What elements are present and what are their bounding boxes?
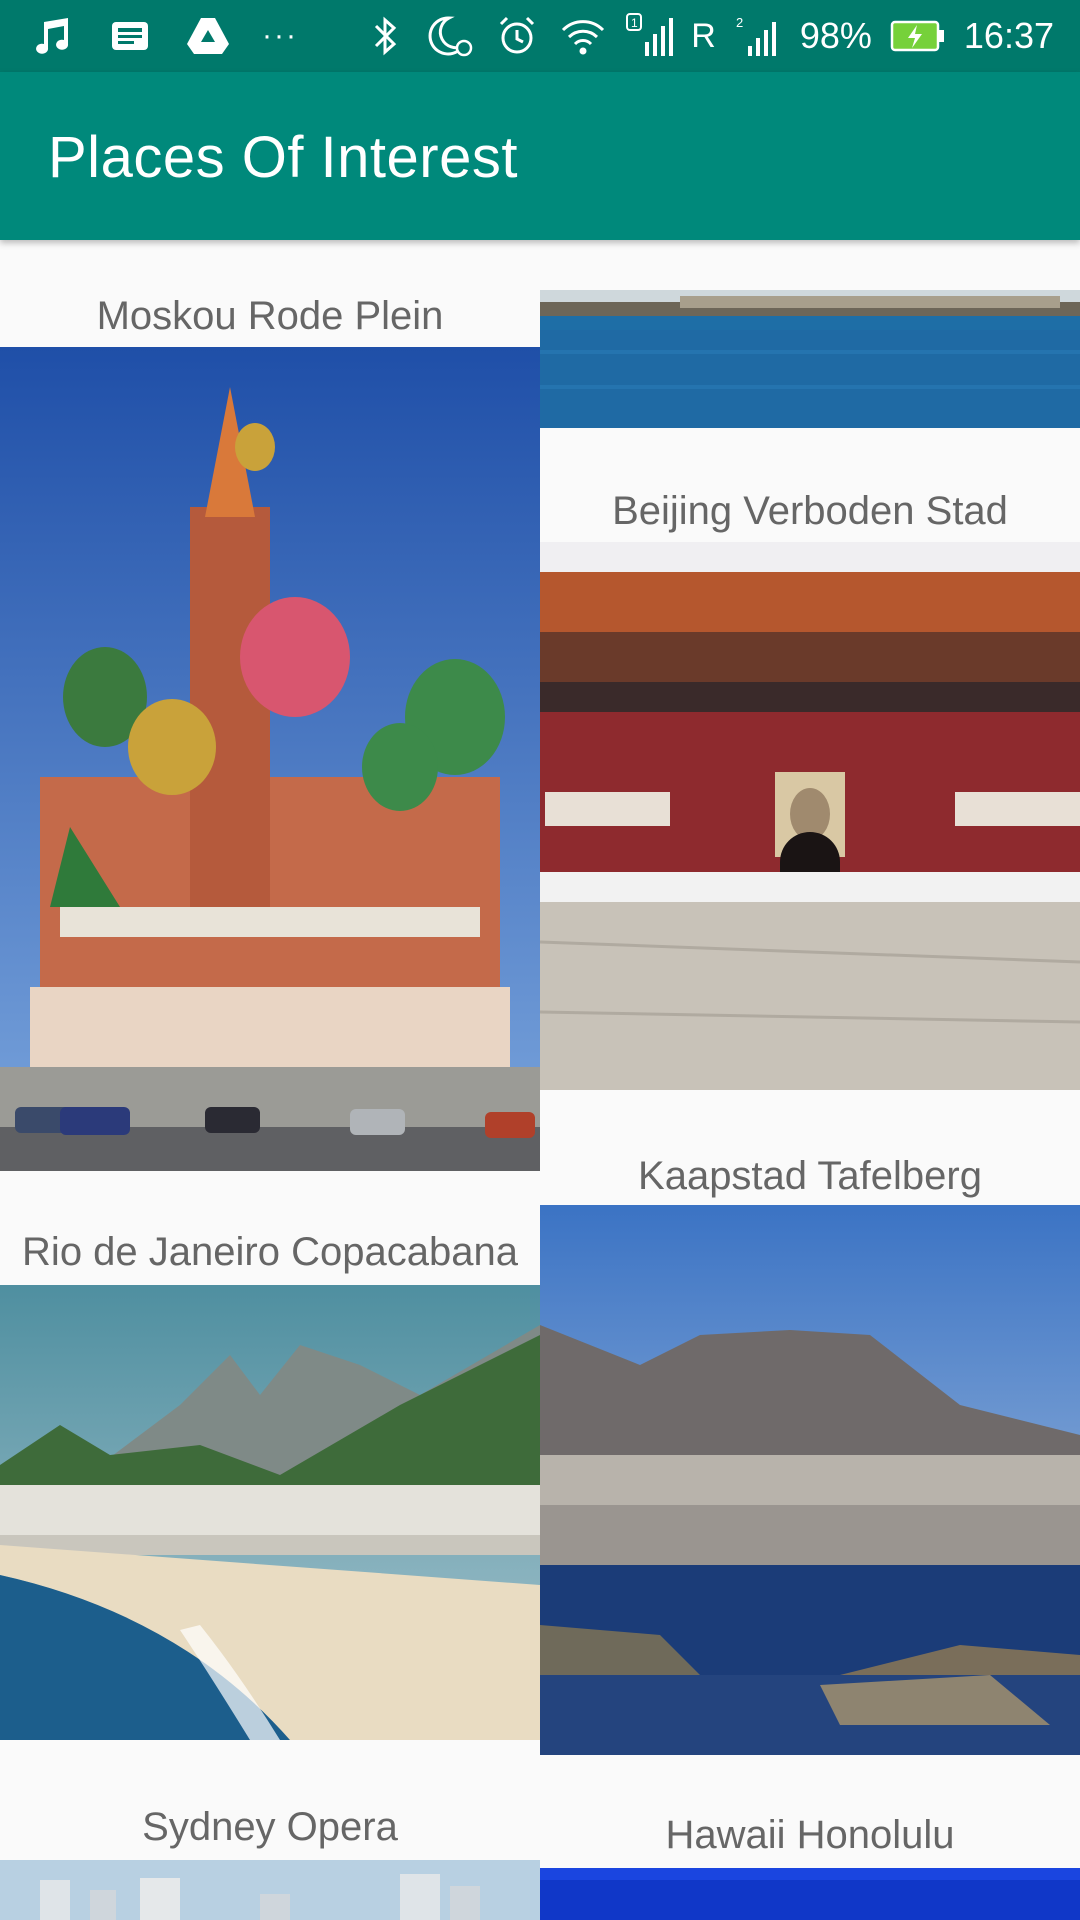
wifi-icon	[559, 12, 607, 60]
status-bar: ··· 1 R 2 98% 16:37	[0, 0, 1080, 72]
do-not-disturb-icon	[427, 12, 475, 60]
roaming-indicator: R	[691, 16, 716, 55]
place-card-harbor[interactable]	[540, 290, 1080, 428]
clock: 16:37	[963, 15, 1054, 56]
alarm-icon	[493, 12, 541, 60]
place-caption: Kaapstad Tafelberg	[638, 1154, 982, 1198]
copacabana-beach-photo	[0, 1285, 540, 1740]
svg-text:2: 2	[736, 15, 743, 30]
st-basils-cathedral-photo	[0, 347, 540, 1171]
tiananmen-gate-photo	[540, 542, 1080, 1090]
place-card-beijing[interactable]: Beijing Verboden Stad	[540, 485, 1080, 1090]
honolulu-photo	[540, 1868, 1080, 1920]
app-bar: Places Of Interest	[0, 72, 1080, 240]
place-card-hawaii[interactable]: Hawaii Honolulu	[540, 1813, 1080, 1920]
battery-charging-icon	[890, 12, 946, 60]
place-card-sydney[interactable]: Sydney Opera	[0, 1805, 540, 1920]
drive-icon	[184, 12, 232, 60]
signal-sim1-icon: 1	[625, 12, 674, 60]
sydney-city-photo	[0, 1860, 540, 1920]
place-caption: Sydney Opera	[142, 1805, 398, 1849]
table-mountain-photo	[540, 1205, 1080, 1755]
harbor-water-photo	[540, 290, 1080, 428]
more-dots-icon: ···	[262, 19, 298, 52]
signal-sim2-icon: 2	[734, 12, 782, 60]
bluetooth-icon	[361, 12, 409, 60]
news-icon	[106, 12, 154, 60]
svg-text:1: 1	[631, 16, 638, 30]
place-caption: Rio de Janeiro Copacabana	[22, 1230, 518, 1274]
music-note-icon	[28, 12, 76, 60]
place-card-rio[interactable]: Rio de Janeiro Copacabana	[0, 1230, 540, 1750]
battery-percent: 98%	[799, 15, 872, 56]
place-card-moskou[interactable]: Moskou Rode Plein	[0, 290, 540, 1171]
place-caption: Moskou Rode Plein	[96, 294, 444, 338]
place-card-kaapstad[interactable]: Kaapstad Tafelberg	[540, 1150, 1080, 1755]
place-caption: Hawaii Honolulu	[665, 1813, 955, 1857]
page-title: Places Of Interest	[48, 125, 518, 190]
place-caption: Beijing Verboden Stad	[612, 489, 1008, 533]
